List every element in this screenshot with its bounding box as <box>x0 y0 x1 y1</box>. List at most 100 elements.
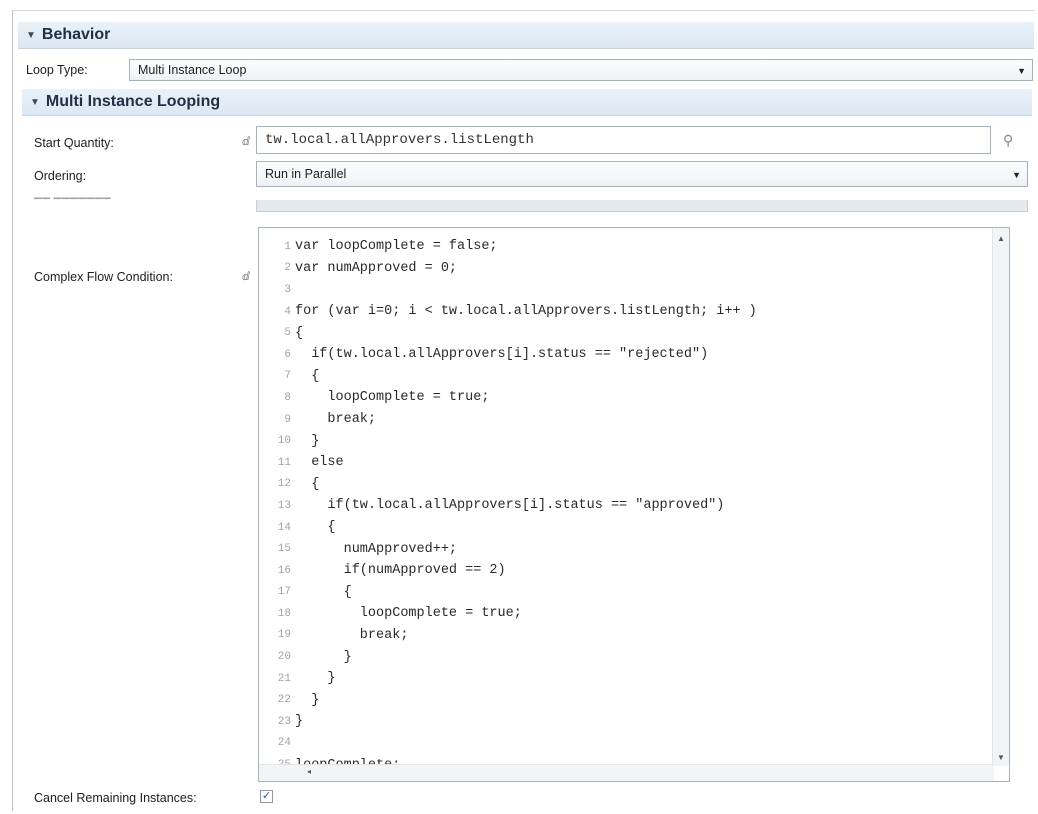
ordering-dropdown[interactable]: Run in Parallel ▼ <box>256 161 1028 187</box>
line-number: 5 <box>284 327 291 340</box>
line-number: 7 <box>284 370 291 383</box>
loop-type-value: Multi Instance Loop <box>138 63 247 77</box>
code-text: { <box>295 476 320 492</box>
code-text: var loopComplete = false; <box>295 239 498 255</box>
loop-type-label: Loop Type: <box>26 63 88 77</box>
checkmark-icon: ✓ <box>261 790 272 802</box>
code-line: 6 if(tw.local.allApprovers[i].status == … <box>259 344 994 366</box>
lookup-icon[interactable]: ⚲ <box>1003 132 1013 149</box>
line-number: 4 <box>284 305 291 318</box>
code-line: 22 } <box>259 689 994 711</box>
line-number: 8 <box>284 391 291 404</box>
vertical-scrollbar[interactable]: ▲ ▼ <box>992 228 1009 766</box>
code-line: 16 if(numApproved == 2) <box>259 560 994 582</box>
line-number: 24 <box>277 737 291 750</box>
loop-type-dropdown[interactable]: Multi Instance Loop ▼ <box>129 59 1033 81</box>
code-line: 4 for (var i=0; i < tw.local.allApprovers… <box>259 301 994 323</box>
code-text: else <box>295 455 344 471</box>
code-line: 13 if(tw.local.allApprovers[i].status ==… <box>259 495 994 517</box>
code-text: break; <box>295 627 409 643</box>
code-line: 1 var loopComplete = false; <box>259 236 994 258</box>
line-number: 3 <box>284 283 291 296</box>
code-text: } <box>295 649 352 665</box>
code-line: 8 loopComplete = true; <box>259 387 994 409</box>
code-line: 20 } <box>259 646 994 668</box>
code-text: { <box>295 368 320 384</box>
flow-condition-dropdown-partial[interactable] <box>256 200 1028 212</box>
code-text: numApproved++; <box>295 541 458 557</box>
line-number: 12 <box>277 478 291 491</box>
behavior-title: Behavior <box>41 26 111 43</box>
multi-instance-section-header[interactable]: ▼ Multi Instance Looping <box>22 89 1032 116</box>
line-number: 16 <box>277 564 291 577</box>
line-number: 23 <box>277 715 291 728</box>
code-line: 21 } <box>259 668 994 690</box>
dropdown-arrow-icon[interactable]: ▼ <box>1012 170 1021 180</box>
start-quantity-value: tw.local.allApprovers.listLength <box>265 132 534 148</box>
code-line: 7 { <box>259 366 994 388</box>
line-number: 18 <box>277 607 291 620</box>
start-quantity-input[interactable]: tw.local.allApprovers.listLength <box>256 126 991 154</box>
line-number: 22 <box>277 694 291 707</box>
collapse-triangle-icon[interactable]: ▼ <box>26 30 36 41</box>
line-number: 13 <box>277 499 291 512</box>
code-line: 9 break; <box>259 409 994 431</box>
line-number: 17 <box>277 586 291 599</box>
line-number: 9 <box>284 413 291 426</box>
cancel-remaining-checkbox[interactable]: ✓ <box>260 790 273 803</box>
collapse-triangle-icon[interactable]: ▼ <box>30 97 40 108</box>
code-line: 24 <box>259 733 994 755</box>
dropdown-arrow-icon[interactable]: ▼ <box>1017 66 1026 76</box>
start-quantity-label: Start Quantity: <box>34 136 114 150</box>
variable-icon: ⅆ <box>242 136 250 148</box>
code-text: { <box>295 520 336 536</box>
code-text: } <box>295 671 336 687</box>
line-number: 11 <box>277 456 291 469</box>
line-number: 19 <box>277 629 291 642</box>
line-number: 21 <box>277 672 291 685</box>
code-text: if(tw.local.allApprovers[i].status == "r… <box>295 347 709 363</box>
line-number: 2 <box>284 262 291 275</box>
code-line: 17 { <box>259 582 994 604</box>
horizontal-scrollbar[interactable]: ◂ <box>259 764 994 781</box>
code-line: 5{ <box>259 322 994 344</box>
variable-icon: ⅆ <box>242 271 250 283</box>
line-number: 20 <box>277 651 291 664</box>
code-line: 11 else <box>259 452 994 474</box>
code-text: for (var i=0; i < tw.local.allApprovers.… <box>295 304 757 320</box>
code-text: break; <box>295 412 377 428</box>
behavior-section-header[interactable]: ▼ Behavior <box>18 22 1034 49</box>
cancel-remaining-label: Cancel Remaining Instances: <box>34 791 197 805</box>
code-lines: 1 var loopComplete = false; 2 var numApprov… <box>259 236 994 776</box>
code-line: 15 numApproved++; <box>259 538 994 560</box>
line-number: 15 <box>277 543 291 556</box>
code-text: var numApproved = 0; <box>295 260 458 276</box>
code-line: 19 break; <box>259 625 994 647</box>
code-text: } <box>295 433 320 449</box>
scroll-up-icon[interactable]: ▲ <box>997 234 1005 243</box>
code-text: { <box>295 325 304 341</box>
code-editor[interactable]: 1 var loopComplete = false; 2 var numApprov… <box>258 227 1010 782</box>
complex-flow-condition-label: Complex Flow Condition: <box>34 270 173 284</box>
multi-instance-title: Multi Instance Looping <box>45 93 221 110</box>
code-line: 10 } <box>259 430 994 452</box>
code-line: 23} <box>259 711 994 733</box>
code-text: loopComplete = true; <box>295 390 490 406</box>
line-number: 14 <box>277 521 291 534</box>
code-line: 2 var numApproved = 0; <box>259 258 994 280</box>
line-number: 10 <box>277 435 291 448</box>
code-line: 18 loopComplete = true; <box>259 603 994 625</box>
code-text: if(tw.local.allApprovers[i].status == "a… <box>295 498 725 514</box>
code-text: } <box>295 714 304 730</box>
code-text: if(numApproved == 2) <box>295 563 506 579</box>
scroll-down-icon[interactable]: ▼ <box>997 753 1005 762</box>
code-line: 12 { <box>259 474 994 496</box>
line-number: 6 <box>284 348 291 361</box>
ordering-label: Ordering: <box>34 169 87 183</box>
ordering-value: Run in Parallel <box>265 167 347 181</box>
code-text: } <box>295 692 320 708</box>
flow-condition-label-partial: ▔▔ ▔▔▔▔▔▔▔ <box>34 199 111 210</box>
scroll-left-icon[interactable]: ◂ <box>307 767 311 776</box>
code-line: 14 { <box>259 517 994 539</box>
code-text: { <box>295 584 352 600</box>
